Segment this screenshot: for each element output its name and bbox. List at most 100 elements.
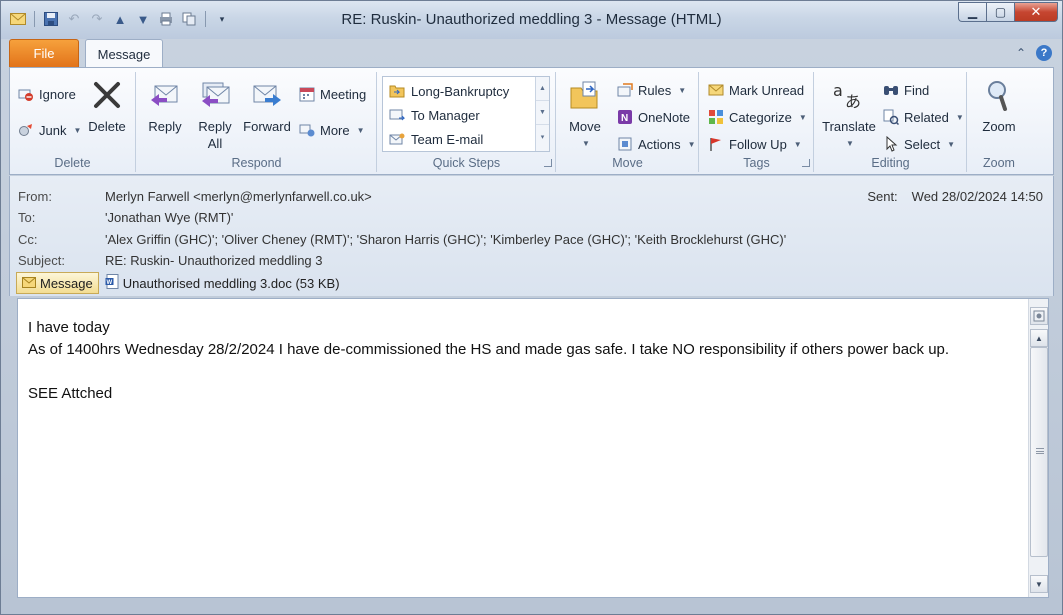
- mark-unread-button[interactable]: Mark Unread: [708, 82, 804, 98]
- quick-step-team-email[interactable]: Team E-mail: [389, 131, 483, 147]
- more-respond-button[interactable]: More ▼: [299, 122, 365, 138]
- svg-text:N: N: [621, 113, 628, 124]
- quick-step-label: Long-Bankruptcy: [411, 83, 510, 99]
- reply-all-label-2: All: [207, 136, 223, 151]
- from-value[interactable]: Merlyn Farwell <merlyn@merlynfarwell.co.…: [105, 189, 372, 204]
- junk-icon: [18, 122, 34, 138]
- scroll-down-icon[interactable]: ▼: [536, 101, 549, 125]
- message-body[interactable]: I have today As of 1400hrs Wednesday 28/…: [17, 298, 1049, 598]
- dialog-launcher-icon[interactable]: [544, 159, 552, 167]
- message-tab[interactable]: Message: [16, 272, 99, 294]
- zoom-button[interactable]: Zoom: [976, 78, 1022, 135]
- scroll-up-icon[interactable]: ▲: [536, 77, 549, 101]
- minimize-button[interactable]: ▁: [958, 2, 986, 22]
- chevron-down-icon: ▼: [582, 139, 590, 148]
- quick-steps-scroll[interactable]: ▲ ▼ ▾: [535, 77, 549, 151]
- chevron-down-icon: ▼: [73, 125, 82, 135]
- chevron-down-icon: ▼: [793, 139, 802, 149]
- vertical-scrollbar[interactable]: ▲ ▼: [1028, 299, 1048, 597]
- body-line: SEE Attched: [28, 385, 113, 402]
- delete-button[interactable]: Delete: [84, 78, 130, 135]
- from-label: From:: [18, 189, 52, 204]
- chevron-down-icon: ▼: [955, 112, 964, 122]
- find-label: Find: [904, 82, 930, 98]
- to-value[interactable]: 'Jonathan Wye (RMT)': [105, 210, 233, 225]
- chevron-down-icon: ▼: [798, 112, 807, 122]
- help-icon[interactable]: ?: [1036, 45, 1052, 61]
- svg-text:a: a: [833, 81, 843, 100]
- follow-up-button[interactable]: Follow Up ▼: [708, 136, 802, 152]
- categorize-button[interactable]: Categorize ▼: [708, 109, 807, 125]
- onenote-label: OneNote: [638, 109, 691, 125]
- cursor-icon: [883, 136, 899, 152]
- subject-value: RE: Ruskin- Unauthorized meddling 3: [105, 253, 323, 268]
- scroll-up-button[interactable]: ▲: [1030, 329, 1048, 347]
- onenote-button[interactable]: N OneNote: [617, 109, 690, 125]
- onenote-icon: N: [617, 109, 633, 125]
- quick-step-label: To Manager: [411, 107, 480, 123]
- follow-up-label: Follow Up: [729, 136, 787, 152]
- svg-text:W: W: [106, 280, 112, 286]
- ribbon-tabs: File Message: [9, 39, 163, 68]
- meeting-button[interactable]: Meeting: [299, 86, 366, 102]
- translate-button[interactable]: aあ Translate ▼: [819, 78, 879, 152]
- team-email-icon: [389, 131, 405, 147]
- move-button[interactable]: Move ▼: [563, 78, 607, 152]
- attachment-file[interactable]: W Unauthorised meddling 3.doc (53 KB): [105, 274, 340, 292]
- forward-icon: [250, 78, 284, 112]
- reply-button[interactable]: Reply: [143, 78, 187, 135]
- flag-icon: [708, 136, 724, 152]
- related-button[interactable]: Related ▼: [883, 109, 964, 125]
- respond-group-label: Respond: [231, 156, 282, 170]
- editing-group: aあ Translate ▼ Find Related ▼ Select ▼ E…: [815, 72, 967, 172]
- message-tab-label: Message: [40, 275, 93, 291]
- maximize-button[interactable]: ▢: [986, 2, 1014, 22]
- body-line: As of 1400hrs Wednesday 28/2/2024 I have…: [28, 341, 950, 358]
- move-label: Move: [569, 119, 601, 134]
- delete-label: Delete: [88, 119, 126, 134]
- tab-message[interactable]: Message: [85, 39, 163, 68]
- quick-step-long-bankruptcy[interactable]: Long-Bankruptcy: [389, 83, 509, 99]
- collapse-ribbon-icon[interactable]: ⌃: [1016, 46, 1026, 60]
- zoom-label: Zoom: [982, 119, 1016, 134]
- scrollbar-thumb[interactable]: [1030, 347, 1048, 557]
- tab-file[interactable]: File: [9, 39, 79, 67]
- actions-icon: [617, 136, 633, 152]
- forward-button[interactable]: Forward: [241, 78, 293, 135]
- actions-button[interactable]: Actions ▼: [617, 136, 696, 152]
- folder-arrow-icon: [389, 83, 405, 99]
- forward-label: Forward: [243, 119, 291, 134]
- minimize-icon: ▁: [967, 5, 978, 19]
- zoom-group: Zoom Zoom: [968, 72, 1030, 172]
- binoculars-icon: [883, 82, 899, 98]
- chevron-down-icon: ▼: [846, 139, 854, 148]
- social-connector-icon[interactable]: [1030, 307, 1048, 325]
- find-button[interactable]: Find: [883, 82, 929, 98]
- junk-button[interactable]: Junk ▼: [18, 122, 81, 138]
- ignore-button[interactable]: Ignore: [18, 86, 76, 102]
- expand-gallery-icon[interactable]: ▾: [536, 125, 549, 149]
- sent-value: Wed 28/02/2024 14:50: [911, 189, 1043, 204]
- delete-icon: [90, 78, 124, 112]
- body-line: I have today: [28, 319, 110, 336]
- junk-label: Junk: [39, 122, 67, 138]
- scroll-down-button[interactable]: ▼: [1030, 575, 1048, 593]
- reply-all-button[interactable]: Reply All: [193, 78, 237, 152]
- delete-group: Ignore Junk ▼ Delete Delete: [10, 72, 136, 172]
- subject-label: Subject:: [18, 253, 65, 268]
- related-label: Related: [904, 109, 949, 125]
- rules-button[interactable]: Rules ▼: [617, 82, 686, 98]
- quick-steps-group-label: Quick Steps: [432, 156, 501, 170]
- cc-value[interactable]: 'Alex Griffin (GHC)'; 'Oliver Cheney (RM…: [105, 232, 786, 247]
- title-bar: ↶ ↷ ▲ ▼ ▾ RE: Ruskin- Unauthorized meddl…: [1, 1, 1062, 39]
- reply-icon: [148, 78, 182, 112]
- select-button[interactable]: Select ▼: [883, 136, 955, 152]
- move-icon: [568, 78, 602, 112]
- close-button[interactable]: ✕: [1014, 2, 1058, 22]
- close-icon: ✕: [1030, 4, 1042, 19]
- quick-step-to-manager[interactable]: To Manager: [389, 107, 480, 123]
- chevron-down-icon: ▼: [678, 85, 687, 95]
- calendar-icon: [299, 86, 315, 102]
- body-blank-line: [28, 361, 1018, 383]
- dialog-launcher-icon[interactable]: [802, 159, 810, 167]
